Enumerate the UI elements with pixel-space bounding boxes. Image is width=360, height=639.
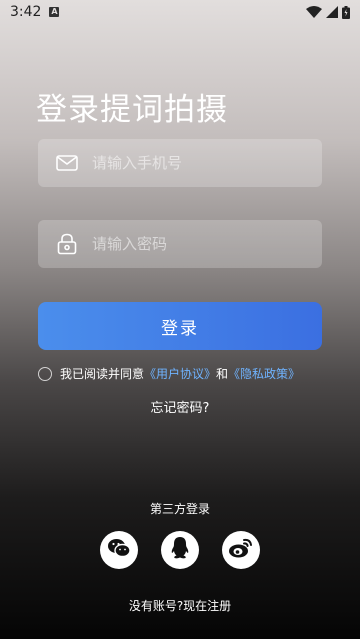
battery-icon xyxy=(342,5,350,19)
agreement-row: 我已阅读并同意 《用户协议》 和 《隐私政策》 xyxy=(38,365,300,382)
login-button[interactable]: 登录 xyxy=(38,302,322,350)
qq-login-button[interactable] xyxy=(161,531,199,569)
forgot-password-link[interactable]: 忘记密码? xyxy=(0,397,360,416)
agreement-checkbox[interactable] xyxy=(38,366,52,381)
mail-icon xyxy=(56,152,78,174)
weibo-login-button[interactable] xyxy=(222,531,260,569)
agreement-conjunction: 和 xyxy=(216,367,229,381)
password-field[interactable] xyxy=(38,220,322,268)
status-time: 3:42 xyxy=(10,4,42,20)
register-link[interactable]: 没有账号?现在注册 xyxy=(0,597,360,614)
status-icons xyxy=(306,5,350,19)
user-agreement-link[interactable]: 《用户协议》 xyxy=(144,365,216,382)
weibo-icon xyxy=(228,537,254,563)
wifi-icon xyxy=(306,6,322,18)
third-party-title: 第三方登录 xyxy=(149,502,210,516)
agreement-prefix: 我已阅读并同意 xyxy=(60,367,145,381)
wechat-icon xyxy=(107,537,131,563)
password-input[interactable] xyxy=(92,235,292,253)
qq-icon xyxy=(170,536,190,564)
lock-icon xyxy=(56,233,78,255)
status-bar: 3:42 A xyxy=(0,0,360,24)
social-login-row xyxy=(100,531,260,569)
phone-field[interactable] xyxy=(38,139,322,187)
page-title: 登录提词拍摄 xyxy=(36,92,228,128)
wechat-login-button[interactable] xyxy=(100,531,138,569)
phone-input[interactable] xyxy=(92,154,292,172)
signal-icon xyxy=(326,6,338,18)
privacy-policy-link[interactable]: 《隐私政策》 xyxy=(228,365,300,382)
status-indicator-icon: A xyxy=(49,7,60,17)
